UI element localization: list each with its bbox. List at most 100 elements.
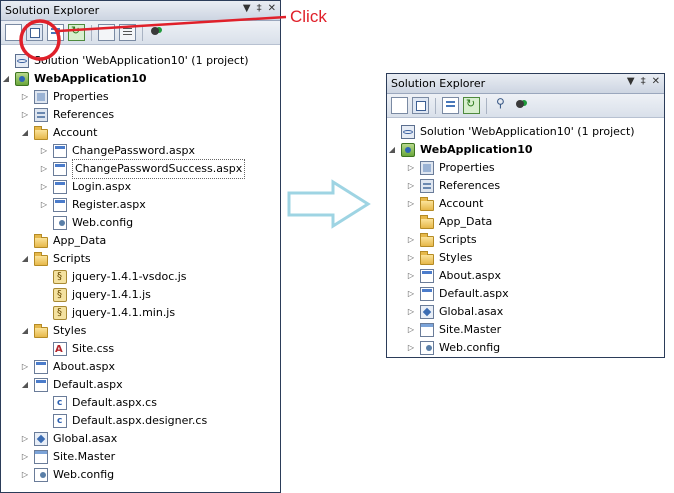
- tree-item[interactable]: ◢ WebApplication10: [387, 141, 533, 159]
- tree-item-label: Site.Master: [53, 450, 116, 463]
- copy-website-button[interactable]: [514, 97, 531, 114]
- collapse-arrow-icon[interactable]: ◢: [1, 70, 11, 88]
- refresh-button[interactable]: [463, 97, 480, 114]
- tree-item[interactable]: ▷ Properties: [406, 159, 495, 177]
- tree-item[interactable]: ▷ ChangePasswordSuccess.aspx: [39, 159, 246, 179]
- no-expander: [39, 340, 49, 358]
- no-expander: [39, 412, 49, 430]
- expand-arrow-icon[interactable]: ▷: [20, 466, 30, 484]
- aspx-icon: [34, 360, 48, 374]
- expand-arrow-icon[interactable]: ▷: [39, 160, 49, 178]
- tree-item[interactable]: ▷ Properties: [20, 88, 109, 106]
- expand-arrow-icon[interactable]: ▷: [406, 249, 416, 267]
- tree-item[interactable]: ▷ Global.asax: [406, 303, 503, 321]
- tree-item[interactable]: Web.config: [39, 214, 133, 232]
- tree-item[interactable]: Default.aspx.cs: [39, 394, 157, 412]
- title-bar: Solution Explorer ▼ ‡ ✕: [1, 1, 280, 21]
- tree-item[interactable]: ▷ About.aspx: [406, 267, 501, 285]
- tree-item[interactable]: ▷ Login.aspx: [39, 178, 131, 196]
- tree-item[interactable]: Site.css: [39, 340, 115, 359]
- tree-item[interactable]: ▷ References: [406, 177, 500, 195]
- toolbar-separator: [91, 24, 92, 41]
- expand-arrow-icon[interactable]: ▷: [20, 88, 30, 106]
- expand-arrow-icon[interactable]: ▷: [406, 285, 416, 303]
- add-new-item-button[interactable]: [47, 24, 64, 41]
- expand-arrow-icon[interactable]: ▷: [406, 177, 416, 195]
- dropdown-icon[interactable]: ▼: [243, 3, 251, 14]
- expand-arrow-icon[interactable]: ▷: [20, 430, 30, 448]
- expand-arrow-icon[interactable]: ▷: [406, 303, 416, 321]
- tree-item[interactable]: App_Data: [20, 232, 106, 250]
- folder-icon: [420, 214, 434, 229]
- expand-arrow-icon[interactable]: ▷: [406, 339, 416, 357]
- pin-icon[interactable]: ‡: [641, 76, 646, 87]
- show-all-files-button[interactable]: [412, 97, 429, 114]
- aspx-icon: [53, 180, 67, 194]
- collapse-arrow-icon[interactable]: ◢: [20, 322, 30, 340]
- tree-item[interactable]: ▷ Site.Master: [20, 448, 115, 466]
- tree-item[interactable]: ▷ References: [20, 106, 114, 124]
- tree-item[interactable]: ▷ ChangePassword.aspx: [39, 142, 195, 160]
- tree-item[interactable]: ◢ WebApplication10: [1, 70, 147, 88]
- properties-button[interactable]: [391, 97, 408, 114]
- tree-item[interactable]: ▷ Styles: [406, 249, 472, 267]
- expand-arrow-icon[interactable]: ▷: [39, 142, 49, 160]
- tree-item[interactable]: ◢ Scripts: [20, 250, 91, 268]
- tree-item[interactable]: ▷ Default.aspx: [406, 285, 509, 303]
- close-icon[interactable]: ✕: [268, 3, 276, 14]
- tree-item[interactable]: Solution 'WebApplication10' (1 project): [387, 123, 635, 141]
- tree-item[interactable]: ▷ Scripts: [406, 231, 477, 249]
- tree-item[interactable]: App_Data: [406, 213, 492, 231]
- tree-item-label: Solution 'WebApplication10' (1 project): [420, 125, 635, 138]
- tree-item-label: Default.aspx: [439, 287, 509, 300]
- collapse-arrow-icon[interactable]: ◢: [20, 250, 30, 268]
- expand-arrow-icon[interactable]: ▷: [406, 159, 416, 177]
- tree-item[interactable]: ◢ Default.aspx: [20, 376, 123, 394]
- dropdown-icon[interactable]: ▼: [627, 76, 635, 87]
- expand-arrow-icon[interactable]: ▷: [20, 106, 30, 124]
- expand-arrow-icon[interactable]: ▷: [406, 321, 416, 339]
- tree-item[interactable]: ▷ Register.aspx: [39, 196, 146, 214]
- tree-item[interactable]: Solution 'WebApplication10' (1 project): [1, 52, 249, 70]
- tree-item[interactable]: ◢ Account: [20, 124, 97, 142]
- view-code-button[interactable]: [98, 24, 115, 41]
- expand-arrow-icon[interactable]: ▷: [39, 178, 49, 196]
- tree-item[interactable]: ▷ Web.config: [406, 339, 500, 357]
- copy-website-button[interactable]: [149, 24, 166, 41]
- tree-item[interactable]: ▷ Site.Master: [406, 321, 501, 339]
- properties-button[interactable]: [5, 24, 22, 41]
- collapse-arrow-icon[interactable]: ◢: [20, 124, 30, 142]
- expand-arrow-icon[interactable]: ▷: [406, 195, 416, 213]
- folder-icon: [420, 232, 434, 247]
- view-designer-button[interactable]: [119, 24, 136, 41]
- collapse-arrow-icon[interactable]: ◢: [20, 376, 30, 394]
- tree-item[interactable]: Default.aspx.designer.cs: [39, 412, 207, 430]
- add-new-item-button[interactable]: [442, 97, 459, 114]
- show-all-files-button[interactable]: [26, 24, 43, 41]
- toolbar: [1, 21, 280, 45]
- tree-item[interactable]: ▷ Web.config: [20, 466, 114, 484]
- tree-item[interactable]: jquery-1.4.1.min.js: [39, 304, 175, 322]
- js-icon: [53, 268, 67, 286]
- expand-arrow-icon[interactable]: ▷: [39, 196, 49, 214]
- tree-item[interactable]: jquery-1.4.1-vsdoc.js: [39, 268, 187, 286]
- tree-item[interactable]: jquery-1.4.1.js: [39, 286, 151, 304]
- refresh-button[interactable]: [68, 24, 85, 41]
- tree-item[interactable]: ◢ Styles: [20, 322, 86, 340]
- expand-arrow-icon[interactable]: ▷: [20, 358, 30, 376]
- pin-icon[interactable]: ‡: [257, 3, 262, 14]
- tree-item-label: About.aspx: [439, 269, 501, 282]
- collapse-arrow-icon[interactable]: ◢: [387, 141, 397, 159]
- aspx-icon: [420, 287, 434, 301]
- tree-item-label: Default.aspx.designer.cs: [72, 414, 208, 427]
- expand-arrow-icon[interactable]: ▷: [406, 231, 416, 249]
- tree-item-label: About.aspx: [53, 360, 115, 373]
- tree-item[interactable]: ▷ About.aspx: [20, 358, 115, 376]
- tree-item[interactable]: ▷ Global.asax: [20, 430, 117, 448]
- tree-item[interactable]: ▷ Account: [406, 195, 483, 213]
- class-view-button[interactable]: [493, 96, 510, 114]
- expand-arrow-icon[interactable]: ▷: [406, 267, 416, 285]
- close-icon[interactable]: ✕: [652, 76, 660, 87]
- tree-item-label: Site.css: [72, 342, 115, 355]
- expand-arrow-icon[interactable]: ▷: [20, 448, 30, 466]
